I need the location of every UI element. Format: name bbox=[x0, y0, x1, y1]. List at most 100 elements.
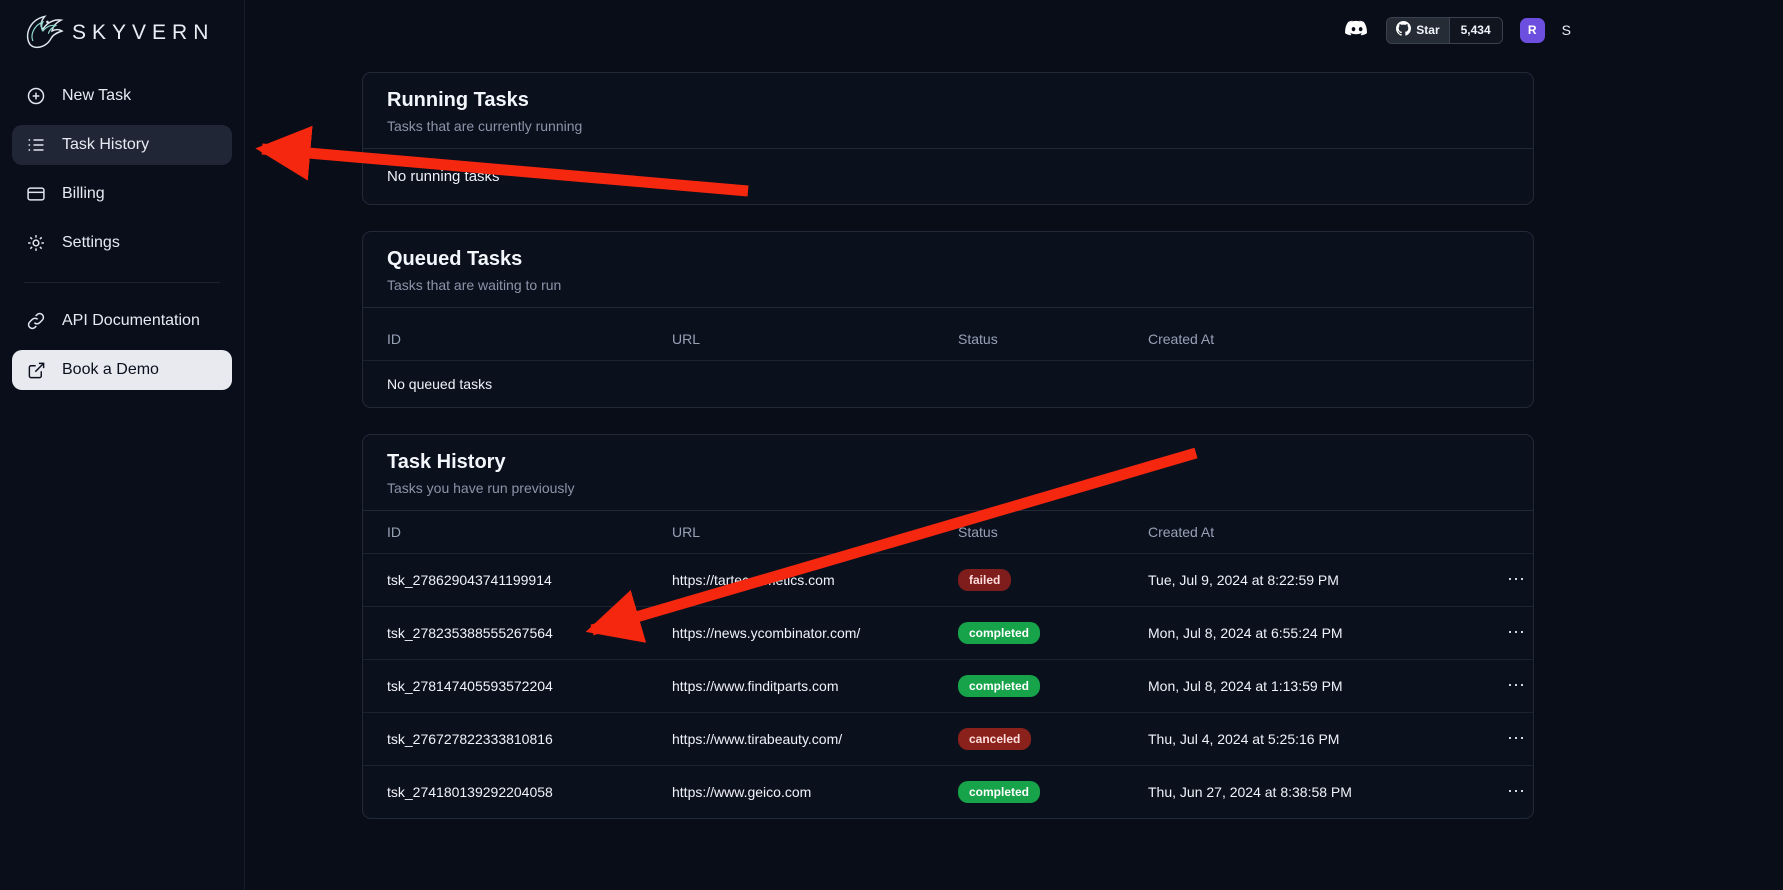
user-name-truncated: S bbox=[1562, 22, 1571, 38]
gear-icon bbox=[26, 233, 46, 253]
task-url-cell: https://www.geico.com bbox=[648, 766, 934, 819]
column-header-created-at: Created At bbox=[1124, 318, 1479, 361]
running-tasks-empty-text: No running tasks bbox=[363, 149, 1533, 204]
status-badge: canceled bbox=[958, 728, 1031, 750]
task-id-cell: tsk_278147405593572204 bbox=[363, 660, 648, 713]
task-actions-cell: ⋯ bbox=[1479, 554, 1534, 607]
topbar: Star 5,434 R S bbox=[245, 0, 1783, 60]
user-avatar[interactable]: R bbox=[1520, 18, 1545, 43]
github-star-widget[interactable]: Star 5,434 bbox=[1386, 17, 1502, 44]
task-history-header: Task History Tasks you have run previous… bbox=[363, 435, 1533, 511]
card-title: Task History bbox=[387, 451, 1509, 474]
sidebar-item-book-a-demo[interactable]: Book a Demo bbox=[12, 350, 232, 390]
row-actions-button[interactable]: ⋯ bbox=[1503, 731, 1529, 745]
row-actions-button[interactable]: ⋯ bbox=[1503, 678, 1529, 692]
status-badge: completed bbox=[958, 781, 1040, 803]
card-title: Running Tasks bbox=[387, 89, 1509, 112]
sidebar-item-label: New Task bbox=[62, 87, 131, 105]
row-actions-button[interactable]: ⋯ bbox=[1503, 572, 1529, 586]
spacer bbox=[363, 308, 1533, 318]
task-history-card: Task History Tasks you have run previous… bbox=[362, 434, 1534, 819]
sidebar-item-task-history[interactable]: Task History bbox=[12, 125, 232, 165]
task-actions-cell: ⋯ bbox=[1479, 713, 1534, 766]
task-id-cell: tsk_276727822333810816 bbox=[363, 713, 648, 766]
main-area: Star 5,434 R S Running Tasks Tasks that … bbox=[245, 0, 1783, 890]
task-actions-cell: ⋯ bbox=[1479, 766, 1534, 819]
queued-tasks-header: Queued Tasks Tasks that are waiting to r… bbox=[363, 232, 1533, 308]
task-url-cell: https://www.tirabeauty.com/ bbox=[648, 713, 934, 766]
plus-circle-icon bbox=[26, 86, 46, 106]
sidebar-item-new-task[interactable]: New Task bbox=[12, 76, 232, 116]
sidebar-item-billing[interactable]: Billing bbox=[12, 174, 232, 214]
task-actions-cell: ⋯ bbox=[1479, 660, 1534, 713]
sidebar-item-label: Billing bbox=[62, 185, 105, 203]
table-header-row: ID URL Status Created At bbox=[363, 511, 1534, 554]
status-badge: completed bbox=[958, 675, 1040, 697]
sidebar-item-label: Settings bbox=[62, 234, 120, 252]
task-created-cell: Mon, Jul 8, 2024 at 1:13:59 PM bbox=[1124, 660, 1479, 713]
task-history-table: ID URL Status Created At tsk_27862904374… bbox=[363, 511, 1534, 818]
column-header-actions bbox=[1479, 511, 1534, 554]
column-header-actions bbox=[1479, 318, 1534, 361]
credit-card-icon bbox=[26, 184, 46, 204]
table-row[interactable]: tsk_278629043741199914 https://tartecosm… bbox=[363, 554, 1534, 607]
column-header-status: Status bbox=[934, 511, 1124, 554]
column-header-url: URL bbox=[648, 511, 934, 554]
sidebar-nav: New Task Task History Billing Settings bbox=[0, 62, 244, 399]
card-subtitle: Tasks that are currently running bbox=[387, 118, 1509, 134]
status-badge: completed bbox=[958, 622, 1040, 644]
task-actions-cell: ⋯ bbox=[1479, 607, 1534, 660]
task-status-cell: canceled bbox=[934, 713, 1124, 766]
queued-tasks-table: ID URL Status Created At No queued tasks bbox=[363, 318, 1534, 407]
task-url-cell: https://news.ycombinator.com/ bbox=[648, 607, 934, 660]
list-icon bbox=[26, 135, 46, 155]
task-status-cell: failed bbox=[934, 554, 1124, 607]
github-star-button[interactable]: Star bbox=[1387, 18, 1449, 43]
task-created-cell: Thu, Jul 4, 2024 at 5:25:16 PM bbox=[1124, 713, 1479, 766]
brand-header: SKYVERN bbox=[0, 0, 244, 62]
task-id-cell: tsk_278235388555267564 bbox=[363, 607, 648, 660]
card-subtitle: Tasks that are waiting to run bbox=[387, 277, 1509, 293]
task-status-cell: completed bbox=[934, 660, 1124, 713]
card-title: Queued Tasks bbox=[387, 248, 1509, 271]
row-actions-button[interactable]: ⋯ bbox=[1503, 784, 1529, 798]
table-row[interactable]: tsk_274180139292204058 https://www.geico… bbox=[363, 766, 1534, 819]
column-header-url: URL bbox=[648, 318, 934, 361]
queued-tasks-card: Queued Tasks Tasks that are waiting to r… bbox=[362, 231, 1534, 408]
task-created-cell: Thu, Jun 27, 2024 at 8:38:58 PM bbox=[1124, 766, 1479, 819]
column-header-status: Status bbox=[934, 318, 1124, 361]
github-star-count[interactable]: 5,434 bbox=[1450, 18, 1502, 43]
github-logo-icon bbox=[1396, 21, 1411, 39]
sidebar-item-label: API Documentation bbox=[62, 312, 200, 330]
column-header-created-at: Created At bbox=[1124, 511, 1479, 554]
queued-tasks-empty-text: No queued tasks bbox=[363, 361, 1534, 408]
task-id-cell: tsk_274180139292204058 bbox=[363, 766, 648, 819]
sidebar-item-api-documentation[interactable]: API Documentation bbox=[12, 301, 232, 341]
row-actions-button[interactable]: ⋯ bbox=[1503, 625, 1529, 639]
table-row[interactable]: tsk_276727822333810816 https://www.tirab… bbox=[363, 713, 1534, 766]
table-row[interactable]: tsk_278147405593572204 https://www.findi… bbox=[363, 660, 1534, 713]
discord-button[interactable] bbox=[1343, 20, 1369, 40]
table-header-row: ID URL Status Created At bbox=[363, 318, 1534, 361]
status-badge: failed bbox=[958, 569, 1011, 591]
task-url-cell: https://www.finditparts.com bbox=[648, 660, 934, 713]
column-header-id: ID bbox=[363, 511, 648, 554]
sidebar-item-label: Book a Demo bbox=[62, 361, 159, 379]
task-created-cell: Tue, Jul 9, 2024 at 8:22:59 PM bbox=[1124, 554, 1479, 607]
page-content: Running Tasks Tasks that are currently r… bbox=[245, 60, 1783, 819]
brand-name: SKYVERN bbox=[72, 21, 214, 45]
sidebar-item-label: Task History bbox=[62, 136, 149, 154]
card-subtitle: Tasks you have run previously bbox=[387, 480, 1509, 496]
task-status-cell: completed bbox=[934, 766, 1124, 819]
running-tasks-header: Running Tasks Tasks that are currently r… bbox=[363, 73, 1533, 149]
empty-row: No queued tasks bbox=[363, 361, 1534, 408]
task-url-cell: https://tartecosmetics.com bbox=[648, 554, 934, 607]
external-link-icon bbox=[26, 360, 46, 380]
column-header-id: ID bbox=[363, 318, 648, 361]
table-row[interactable]: tsk_278235388555267564 https://news.ycom… bbox=[363, 607, 1534, 660]
link-icon bbox=[26, 311, 46, 331]
sidebar-item-settings[interactable]: Settings bbox=[12, 223, 232, 263]
task-id-cell: tsk_278629043741199914 bbox=[363, 554, 648, 607]
sidebar-divider bbox=[24, 282, 220, 283]
task-created-cell: Mon, Jul 8, 2024 at 6:55:24 PM bbox=[1124, 607, 1479, 660]
